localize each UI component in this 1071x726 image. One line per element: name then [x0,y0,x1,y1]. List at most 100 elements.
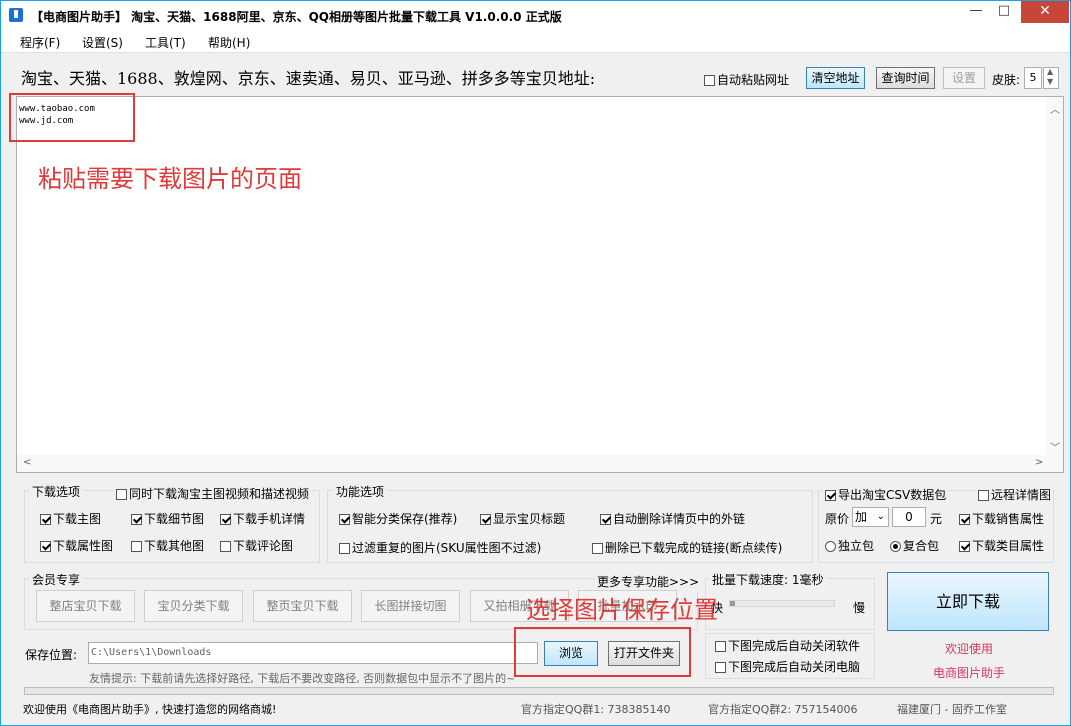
window-title: 【电商图片助手】 淘宝、天猫、1688阿里、京东、QQ相册等图片批量下载工具 V… [31,10,562,24]
speed-slider[interactable] [729,600,835,607]
radio-icon [825,541,836,552]
save-path-input[interactable]: C:\Users\1\Downloads [88,642,538,664]
export-csv-checkbox[interactable]: 导出淘宝CSV数据包 [823,486,949,503]
url-textarea[interactable]: www.taobao.com www.jd.com ︿ ﹀ < > [16,96,1064,473]
menu-program[interactable]: 程序(F) [20,34,60,51]
checkbox-icon [40,541,51,552]
scroll-left-icon[interactable]: < [23,457,31,468]
auto-close-pc-checkbox[interactable]: 下图完成后自动关闭电脑 [715,658,860,675]
clear-address-button[interactable]: 清空地址 [806,67,865,89]
menu-help[interactable]: 帮助(H) [208,34,250,51]
sales-attr-checkbox[interactable]: 下载销售属性 [959,510,1044,527]
option-label: 下载属性图 [53,539,114,553]
standalone-label: 独立包 [838,539,875,553]
spin-up-icon[interactable]: ▲ [1047,67,1053,76]
save-location-label: 保存位置: [25,648,78,662]
option-label: 下载评论图 [233,539,294,553]
category-download-button[interactable]: 宝贝分类下载 [144,590,243,622]
url-label: 淘宝、天猫、1688、敦煌网、京东、速卖通、易贝、亚马逊、拼多多等宝贝地址: [21,69,596,88]
checkbox-icon [592,543,603,554]
delete-done-links-checkbox[interactable]: 删除已下载完成的链接(断点续传) [592,539,782,556]
radio-icon [890,541,901,552]
main-window: 【电商图片助手】 淘宝、天猫、1688阿里、京东、QQ相册等图片批量下载工具 V… [0,0,1071,726]
save-highlight-box [514,627,691,677]
price-op-select[interactable]: 加 ⌄ [852,507,889,527]
horizontal-scrollbar[interactable]: < > [17,455,1063,472]
remove-links-checkbox[interactable]: 自动删除详情页中的外链 [600,510,745,527]
speed-slider-fill [730,601,736,606]
auto-paste-checkbox[interactable]: 自动粘贴网址 [704,71,789,88]
skin-input[interactable]: 5 [1024,67,1042,89]
checkbox-icon [220,514,231,525]
vertical-scrollbar[interactable]: ︿ ﹀ [1046,97,1063,457]
remote-detail-label: 远程详情图 [991,488,1052,502]
title-bar: 【电商图片助手】 淘宝、天猫、1688阿里、京东、QQ相册等图片批量下载工具 V… [1,1,1070,30]
settings-button[interactable]: 设置 [943,67,985,89]
option-label: 智能分类保存(推荐) [352,512,458,526]
close-button[interactable]: ✕ [1021,1,1069,23]
download-options-title: 下载选项 [29,483,84,500]
spin-down-icon[interactable]: ▼ [1047,77,1053,86]
auto-close-app-checkbox[interactable]: 下图完成后自动关闭软件 [715,637,860,654]
option-label: 显示宝贝标题 [493,512,566,526]
whole-shop-download-button[interactable]: 整店宝贝下载 [36,590,135,622]
option-label: 过滤重复的图片(SKU属性图不过滤) [352,541,542,555]
sync-video-checkbox[interactable]: 同时下载淘宝主图视频和描述视频 [114,485,312,502]
checkbox-icon [704,75,715,86]
scroll-right-icon[interactable]: > [1035,457,1043,468]
scroll-up-icon[interactable]: ︿ [1050,101,1060,116]
filter-duplicates-checkbox[interactable]: 过滤重复的图片(SKU属性图不过滤) [339,539,541,556]
long-image-split-button[interactable]: 长图拼接切图 [361,590,460,622]
whole-page-download-button[interactable]: 整页宝贝下载 [253,590,352,622]
download-mobile-detail-checkbox[interactable]: 下载手机详情 [220,510,305,527]
skin-spinner[interactable]: ▲ ▼ [1043,67,1059,89]
more-features-link[interactable]: 更多专享功能>>> [595,573,702,590]
welcome-line-2: 电商图片助手 [933,666,1006,680]
status-welcome: 欢迎使用《电商图片助手》, 快速打造您的网络商城! [23,703,277,716]
sales-attr-label: 下载销售属性 [972,512,1045,526]
standalone-radio[interactable]: 独立包 [825,537,874,554]
query-time-button[interactable]: 查询时间 [876,67,935,89]
scroll-down-icon[interactable]: ﹀ [1050,439,1060,454]
download-comment-checkbox[interactable]: 下载评论图 [220,537,293,554]
status-qq-group-1: 官方指定QQ群1: 738385140 [521,703,671,716]
price-label: 原价 [825,512,850,526]
save-annotation: 选择图片保存位置 [526,596,718,624]
download-now-button[interactable]: 立即下载 [887,572,1049,631]
status-studio: 福建厦门 - 固乔工作室 [897,703,1007,716]
auto-close-app-label: 下图完成后自动关闭软件 [728,639,861,653]
member-title: 会员专享 [29,571,84,588]
chevron-down-icon: ⌄ [876,511,885,522]
skin-label: 皮肤: [992,73,1021,87]
download-other-checkbox[interactable]: 下载其他图 [131,537,204,554]
category-attr-checkbox[interactable]: 下载类目属性 [959,537,1044,554]
checkbox-icon [600,514,611,525]
checkbox-icon [339,543,350,554]
composite-radio[interactable]: 复合包 [890,537,939,554]
show-title-checkbox[interactable]: 显示宝贝标题 [480,510,565,527]
checkbox-icon [825,490,836,501]
category-attr-label: 下载类目属性 [972,539,1045,553]
price-input[interactable]: 0 [892,507,926,527]
download-attr-checkbox[interactable]: 下载属性图 [40,537,113,554]
speed-label: 批量下载速度: 1毫秒 [709,571,827,588]
checkbox-icon [978,490,989,501]
checkbox-icon [715,641,726,652]
maximize-button[interactable]: □ [989,1,1019,23]
download-detail-checkbox[interactable]: 下载细节图 [131,510,204,527]
download-main-checkbox[interactable]: 下载主图 [40,510,101,527]
checkbox-icon [131,541,142,552]
checkbox-icon [715,662,726,673]
price-unit: 元 [930,512,943,526]
auto-close-pc-label: 下图完成后自动关闭电脑 [728,660,861,674]
menu-tools[interactable]: 工具(T) [145,34,186,51]
minimize-button[interactable]: — [961,1,991,23]
composite-label: 复合包 [903,539,940,553]
checkbox-icon [480,514,491,525]
auto-paste-label: 自动粘贴网址 [717,73,790,87]
menu-settings[interactable]: 设置(S) [82,34,123,51]
app-icon [9,8,23,22]
smart-save-checkbox[interactable]: 智能分类保存(推荐) [339,510,457,527]
remote-detail-checkbox[interactable]: 远程详情图 [976,486,1054,503]
menu-bar: 程序(F) 设置(S) 工具(T) 帮助(H) [1,30,1070,53]
